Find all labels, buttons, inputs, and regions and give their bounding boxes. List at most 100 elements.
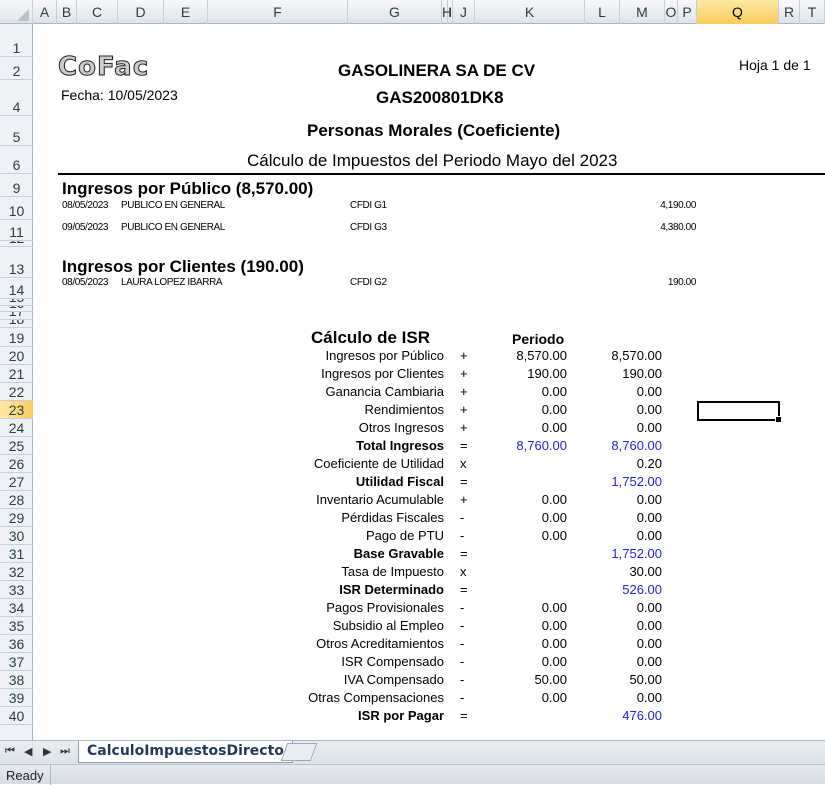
isr-operator: + — [460, 366, 468, 381]
isr-total-value: 0.00 — [636, 600, 662, 615]
column-header-a[interactable]: A — [33, 0, 57, 24]
column-header-b[interactable]: B — [57, 0, 77, 24]
isr-label: Inventario Acumulable — [316, 492, 444, 507]
row-header-30[interactable]: 30 — [0, 527, 33, 545]
detail-fecha: 08/05/2023 — [62, 200, 109, 211]
column-header-c[interactable]: C — [77, 0, 118, 24]
detail-fecha: 09/05/2023 — [62, 222, 109, 233]
row-header-4[interactable]: 4 — [0, 80, 33, 116]
isr-total-value: 476.00 — [622, 708, 662, 723]
row-header-31[interactable]: 31 — [0, 545, 33, 563]
row-header-37[interactable]: 37 — [0, 653, 33, 671]
column-header-g[interactable]: G — [348, 0, 442, 24]
row-header-33[interactable]: 33 — [0, 581, 33, 599]
row-header-11[interactable]: 11 — [0, 220, 33, 241]
column-header-p[interactable]: P — [678, 0, 697, 24]
sheet-tab-calculoimpuestosdirecto[interactable]: CalculoImpuestosDirecto — [78, 741, 293, 763]
status-text: Ready — [6, 768, 44, 783]
row-header-40[interactable]: 40 — [0, 707, 33, 725]
row-header-26[interactable]: 26 — [0, 455, 33, 473]
isr-periodo-value: 0.00 — [541, 690, 567, 705]
isr-total-value: 30.00 — [629, 564, 662, 579]
row-header-29[interactable]: 29 — [0, 509, 33, 527]
last-sheet-icon[interactable]: ⏭ — [60, 745, 70, 758]
column-header-r[interactable]: R — [779, 0, 800, 24]
detail-cfdi: CFDI G3 — [350, 222, 387, 233]
row-header-34[interactable]: 34 — [0, 599, 33, 617]
row-header-19[interactable]: 19 — [0, 328, 33, 347]
isr-operator: - — [460, 672, 465, 687]
row-header-22[interactable]: 22 — [0, 383, 33, 401]
isr-label: Tasa de Impuesto — [341, 564, 444, 579]
row-header-24[interactable]: 24 — [0, 419, 33, 437]
row-header-2[interactable]: 2 — [0, 57, 33, 80]
page-number: Hoja 1 de 1 — [739, 57, 811, 73]
row-header-32[interactable]: 32 — [0, 563, 33, 581]
sheet-tab-bar: ⏮ ◀ ▶ ⏭ CalculoImpuestosDirecto — [0, 740, 825, 764]
selected-cell-q23[interactable] — [697, 401, 782, 423]
row-header-25[interactable]: 25 — [0, 437, 33, 455]
column-header-o[interactable]: O — [665, 0, 678, 24]
row-header-10[interactable]: 10 — [0, 197, 33, 220]
isr-periodo-value: 0.00 — [541, 510, 567, 525]
isr-label: Total Ingresos — [356, 438, 444, 453]
insert-sheet-icon[interactable] — [280, 743, 318, 761]
row-header-5[interactable]: 5 — [0, 116, 33, 146]
column-header-q[interactable]: Q — [697, 0, 779, 24]
row-header-9[interactable]: 9 — [0, 174, 33, 197]
row-header-14[interactable]: 14 — [0, 278, 33, 299]
row-header-18[interactable]: 18 — [0, 320, 33, 328]
row-header-21[interactable]: 21 — [0, 365, 33, 383]
isr-operator: x — [460, 564, 467, 579]
isr-operator: = — [460, 438, 468, 453]
row-header-20[interactable]: 20 — [0, 347, 33, 365]
column-header-m[interactable]: M — [620, 0, 665, 24]
row-header-23[interactable]: 23 — [0, 401, 33, 419]
select-all-button[interactable] — [0, 0, 33, 24]
row-header-27[interactable]: 27 — [0, 473, 33, 491]
first-sheet-icon[interactable]: ⏮ — [5, 745, 15, 758]
row-header-6[interactable]: 6 — [0, 146, 33, 174]
header-divider — [58, 173, 825, 175]
isr-operator: - — [460, 510, 465, 525]
isr-label: Pérdidas Fiscales — [341, 510, 444, 525]
row-header-1[interactable]: 1 — [0, 24, 33, 57]
row-header-36[interactable]: 36 — [0, 635, 33, 653]
status-bar: Ready — [0, 764, 825, 785]
isr-operator: x — [460, 456, 467, 471]
column-header-l[interactable]: L — [585, 0, 620, 24]
row-header-38[interactable]: 38 — [0, 671, 33, 689]
isr-total-value: 1,752.00 — [611, 546, 662, 561]
isr-total-value: 0.00 — [636, 618, 662, 633]
isr-label: Otros Acreditamientos — [316, 636, 444, 651]
next-sheet-icon[interactable]: ▶ — [43, 745, 51, 758]
column-header-d[interactable]: D — [118, 0, 164, 24]
cofac-logo: CoFac — [57, 52, 150, 83]
column-header-k[interactable]: K — [475, 0, 585, 24]
row-header-35[interactable]: 35 — [0, 617, 33, 635]
isr-total-value: 190.00 — [622, 366, 662, 381]
isr-operator: - — [460, 690, 465, 705]
isr-label: ISR por Pagar — [358, 708, 444, 723]
row-header-15[interactable]: 15 — [0, 299, 33, 306]
isr-label: Otras Compensaciones — [308, 690, 444, 705]
row-header-28[interactable]: 28 — [0, 491, 33, 509]
column-header-j[interactable]: J — [453, 0, 475, 24]
isr-label: Utilidad Fiscal — [355, 474, 444, 489]
row-header-39[interactable]: 39 — [0, 689, 33, 707]
detail-cfdi: CFDI G1 — [350, 200, 387, 211]
row-header-17[interactable]: 17 — [0, 312, 33, 320]
isr-label: IVA Compensado — [343, 672, 444, 687]
isr-label: Rendimientos — [364, 402, 445, 417]
isr-periodo-value: 0.00 — [541, 654, 567, 669]
isr-periodo-value: 0.00 — [541, 618, 567, 633]
isr-operator: + — [460, 492, 468, 507]
column-header-t[interactable]: T — [800, 0, 825, 24]
column-header-f[interactable]: F — [208, 0, 348, 24]
isr-total-value: 8,760.00 — [611, 438, 662, 453]
row-header-13[interactable]: 13 — [0, 247, 33, 278]
prev-sheet-icon[interactable]: ◀ — [24, 745, 32, 758]
isr-operator: - — [460, 600, 465, 615]
isr-label: Base Gravable — [353, 546, 444, 561]
column-header-e[interactable]: E — [164, 0, 208, 24]
